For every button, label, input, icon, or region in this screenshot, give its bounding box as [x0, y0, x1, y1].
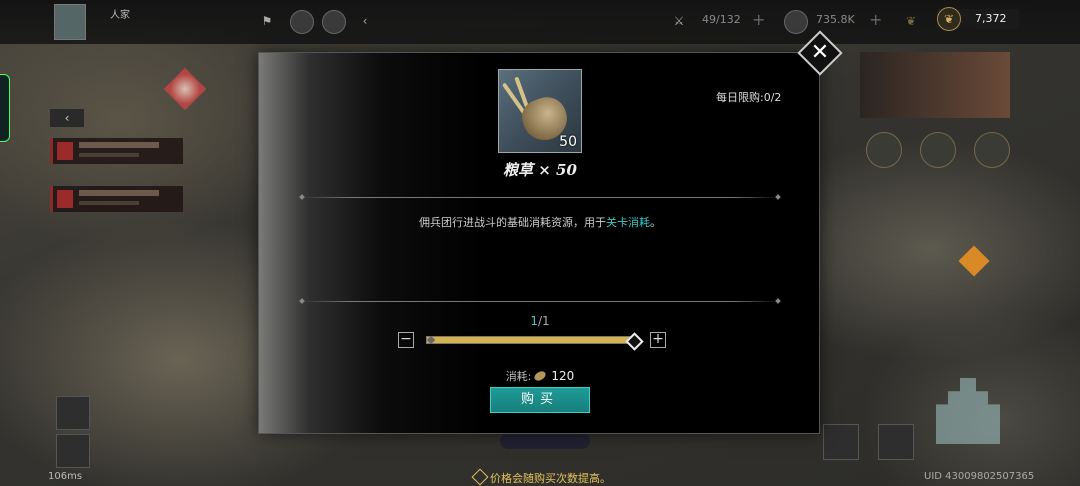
quest-item[interactable]: [50, 138, 183, 164]
quantity-slider-fill: [427, 337, 633, 343]
daily-limit-label: 每日限购:0/2: [716, 91, 782, 104]
side-drawer-tab[interactable]: [0, 74, 10, 142]
price-warning: 价格会随购买次数提高。: [471, 468, 611, 486]
description-end: 。: [650, 216, 661, 229]
map-tool-button-2[interactable]: [56, 434, 90, 468]
divider-top: [300, 197, 780, 198]
hero-portrait-icon-2[interactable]: [322, 10, 346, 34]
grain-currency-icon: ❦: [937, 7, 961, 31]
player-avatar[interactable]: [54, 4, 86, 40]
price-warning-text: 价格会随购买次数提高。: [490, 472, 611, 485]
close-icon: ✕: [810, 40, 830, 65]
player-name: 人家: [110, 10, 130, 21]
event-banner[interactable]: [860, 52, 1010, 118]
quest-icon: [57, 190, 73, 208]
quantity-max: /1: [537, 314, 550, 328]
hero-portrait-icon[interactable]: [290, 10, 314, 34]
collapse-quests-button[interactable]: ‹: [50, 109, 84, 127]
warning-icon: [471, 468, 489, 486]
bottom-status-pill: [500, 433, 590, 449]
buy-button[interactable]: 购买: [490, 387, 590, 413]
item-description: 佣兵团行进战斗的基础消耗资源，用于关卡消耗。: [300, 214, 780, 230]
quantity-display: 1/1: [440, 314, 640, 328]
description-highlight: 关卡消耗: [606, 216, 650, 229]
bottom-menu-button[interactable]: [823, 424, 859, 460]
item-title: 粮草 × 50: [503, 161, 577, 179]
add-silver-button[interactable]: +: [869, 10, 882, 29]
cost-label: 消耗:: [505, 370, 532, 383]
map-tool-button[interactable]: [56, 396, 90, 430]
event-icon-2[interactable]: [920, 132, 956, 168]
user-id: UID 43009802507365: [924, 471, 1035, 482]
event-icon-3[interactable]: [974, 132, 1010, 168]
item-count-badge: 50: [559, 134, 577, 150]
increase-quantity-button[interactable]: +: [650, 332, 666, 348]
top-hud-bar: 人家 ⚑ ‹ ⚔ 49/132 + 735.8K + ❦ ❦ 7,372: [0, 0, 1080, 44]
event-icon[interactable]: [866, 132, 902, 168]
silver-amount: 735.8K: [816, 13, 855, 26]
grain-icon: [533, 369, 548, 383]
quest-icon: [57, 142, 73, 160]
bottom-menu-button-2[interactable]: [878, 424, 914, 460]
ping-indicator: 106ms: [48, 471, 83, 482]
gold-amount: 7,372: [975, 12, 1007, 25]
item-icon-frame: 50: [498, 69, 582, 153]
cost-display: 消耗: 120: [490, 368, 590, 384]
decrease-quantity-button[interactable]: −: [398, 332, 414, 348]
cost-value: 120: [551, 369, 575, 383]
quest-item[interactable]: [50, 186, 183, 212]
quantity-slider[interactable]: [426, 336, 634, 344]
add-troops-button[interactable]: +: [752, 10, 765, 29]
chevron-left-icon[interactable]: ‹: [354, 10, 376, 32]
quantity-current: 1: [530, 314, 538, 328]
feather-icon: ❦: [905, 14, 917, 28]
divider-bottom: [300, 301, 780, 302]
flag-icon[interactable]: ⚑: [256, 10, 278, 32]
description-text: 佣兵团行进战斗的基础消耗资源，用于: [419, 216, 606, 229]
troop-icon: ⚔: [673, 14, 685, 28]
silver-icon: [784, 10, 808, 34]
troop-count: 49/132: [702, 13, 741, 26]
